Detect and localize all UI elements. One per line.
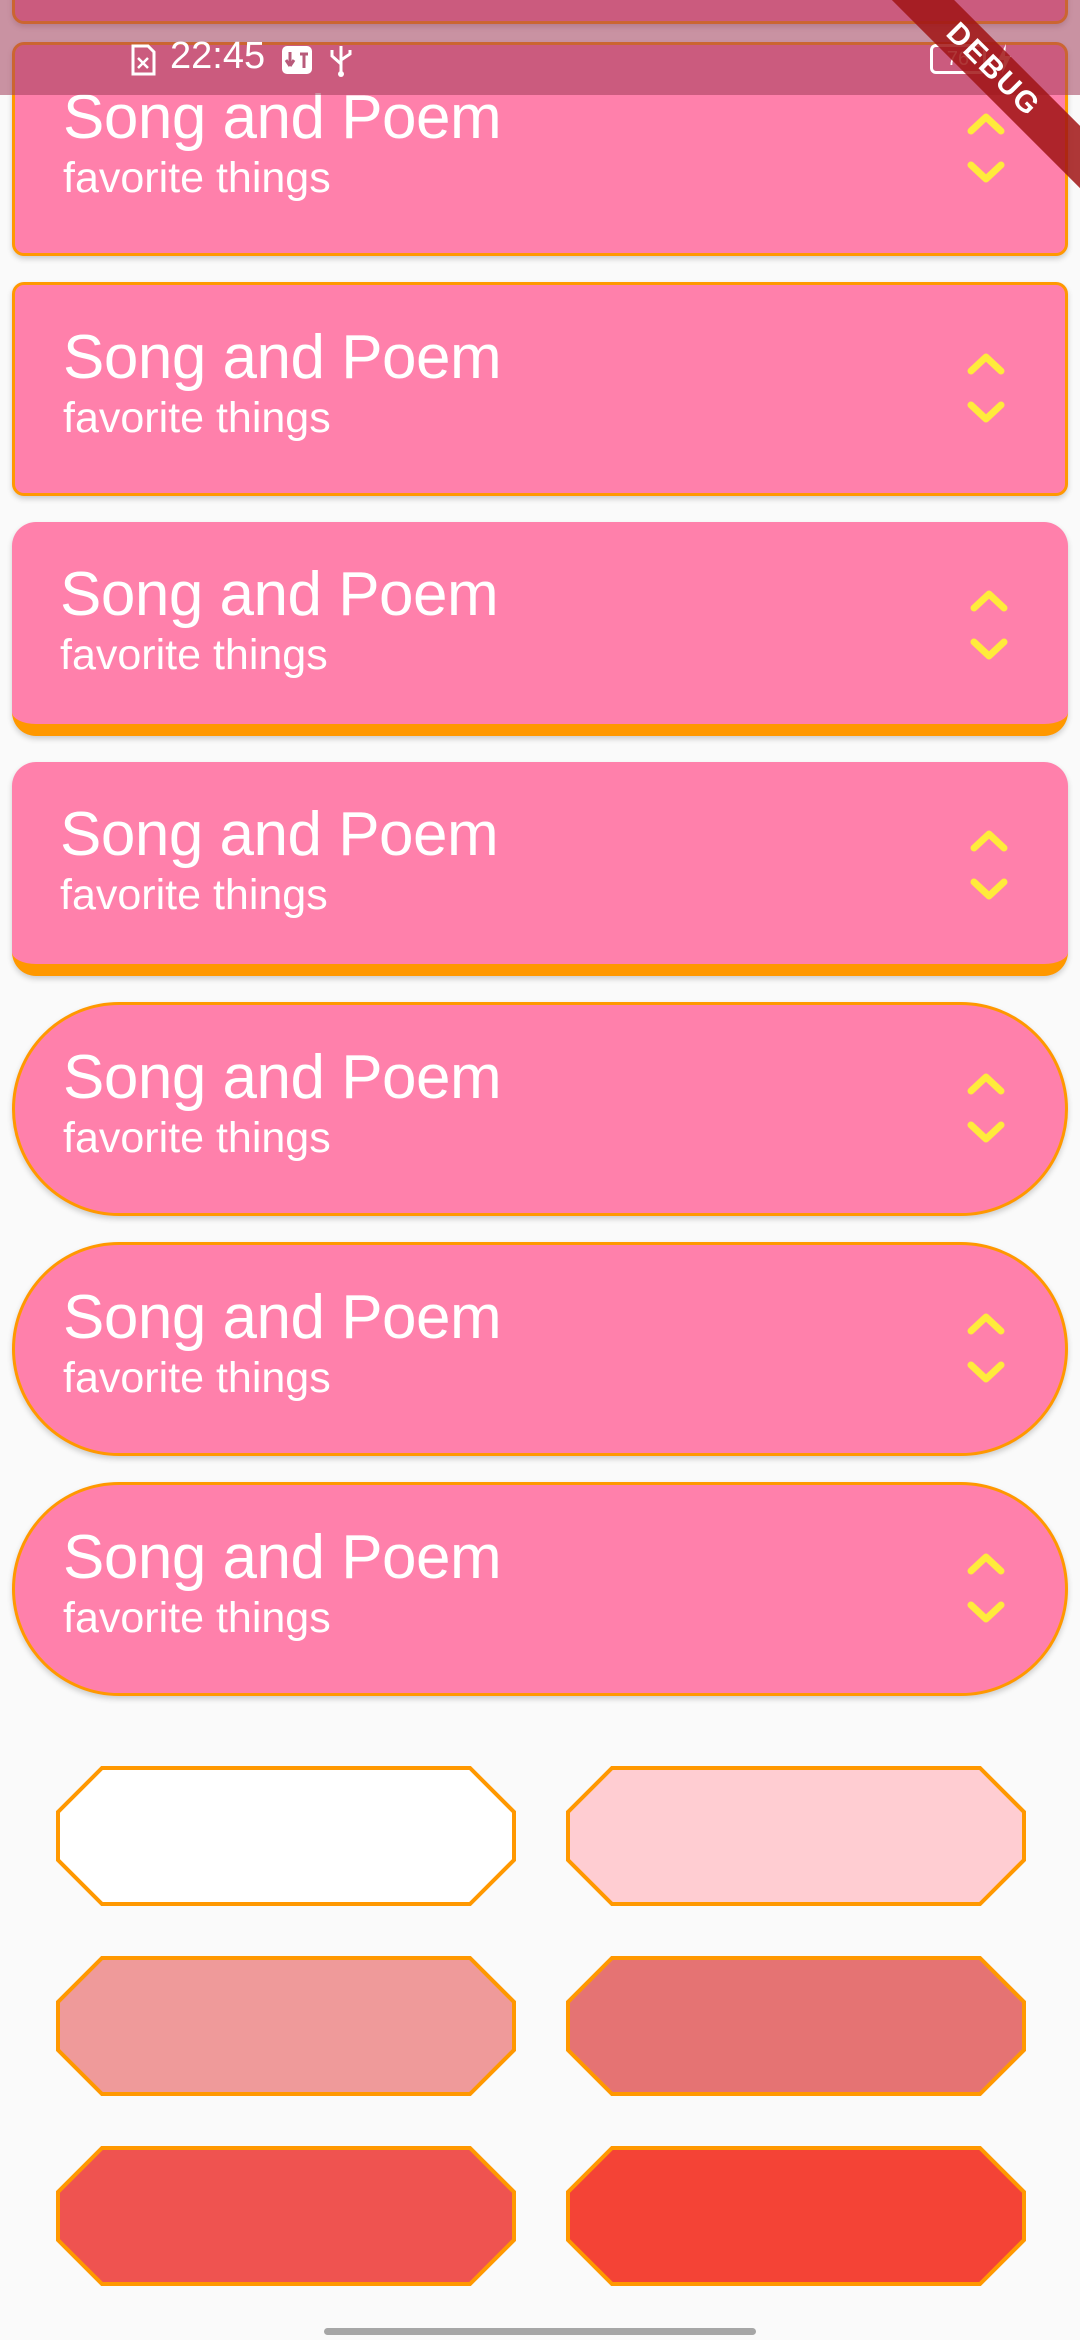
octagon-button-1[interactable] bbox=[56, 1766, 516, 1906]
card-title: Song and Poem bbox=[63, 1283, 502, 1352]
card-title: Song and Poem bbox=[63, 1523, 502, 1592]
usb-debug-icon bbox=[280, 44, 314, 81]
card-title: Song and Poem bbox=[60, 800, 499, 869]
card-subtitle: favorite things bbox=[63, 394, 331, 442]
song-card-7[interactable]: Song and Poem favorite things bbox=[12, 1242, 1068, 1456]
song-card-5[interactable]: Song and Poem favorite things bbox=[12, 762, 1068, 976]
sort-icon[interactable] bbox=[963, 1065, 1009, 1151]
octagon-button-6[interactable] bbox=[566, 2146, 1026, 2286]
card-title: Song and Poem bbox=[60, 560, 499, 629]
sort-icon[interactable] bbox=[966, 822, 1012, 908]
sim-card-icon bbox=[130, 44, 156, 81]
song-card-8[interactable]: Song and Poem favorite things bbox=[12, 1482, 1068, 1696]
song-card-6[interactable]: Song and Poem favorite things bbox=[12, 1002, 1068, 1216]
card-subtitle: favorite things bbox=[60, 871, 328, 919]
card-subtitle: favorite things bbox=[60, 631, 328, 679]
usb-icon bbox=[326, 42, 356, 83]
home-indicator[interactable] bbox=[324, 2328, 756, 2335]
card-subtitle: favorite things bbox=[63, 154, 331, 202]
card-title: Song and Poem bbox=[63, 1043, 502, 1112]
sort-icon[interactable] bbox=[963, 1305, 1009, 1391]
octagon-button-3[interactable] bbox=[56, 1956, 516, 2096]
card-title: Song and Poem bbox=[63, 323, 502, 392]
card-subtitle: favorite things bbox=[63, 1354, 331, 1402]
sort-icon[interactable] bbox=[966, 582, 1012, 668]
sort-icon[interactable] bbox=[963, 1545, 1009, 1631]
octagon-button-4[interactable] bbox=[566, 1956, 1026, 2096]
sort-icon[interactable] bbox=[963, 105, 1009, 191]
octagon-button-5[interactable] bbox=[56, 2146, 516, 2286]
song-card-4[interactable]: Song and Poem favorite things bbox=[12, 522, 1068, 736]
card-subtitle: favorite things bbox=[63, 1114, 331, 1162]
card-subtitle: favorite things bbox=[63, 1594, 331, 1642]
octagon-button-2[interactable] bbox=[566, 1766, 1026, 1906]
status-time: 22:45 bbox=[170, 35, 266, 77]
song-card-3[interactable]: Song and Poem favorite things bbox=[12, 282, 1068, 496]
sort-icon[interactable] bbox=[963, 345, 1009, 431]
